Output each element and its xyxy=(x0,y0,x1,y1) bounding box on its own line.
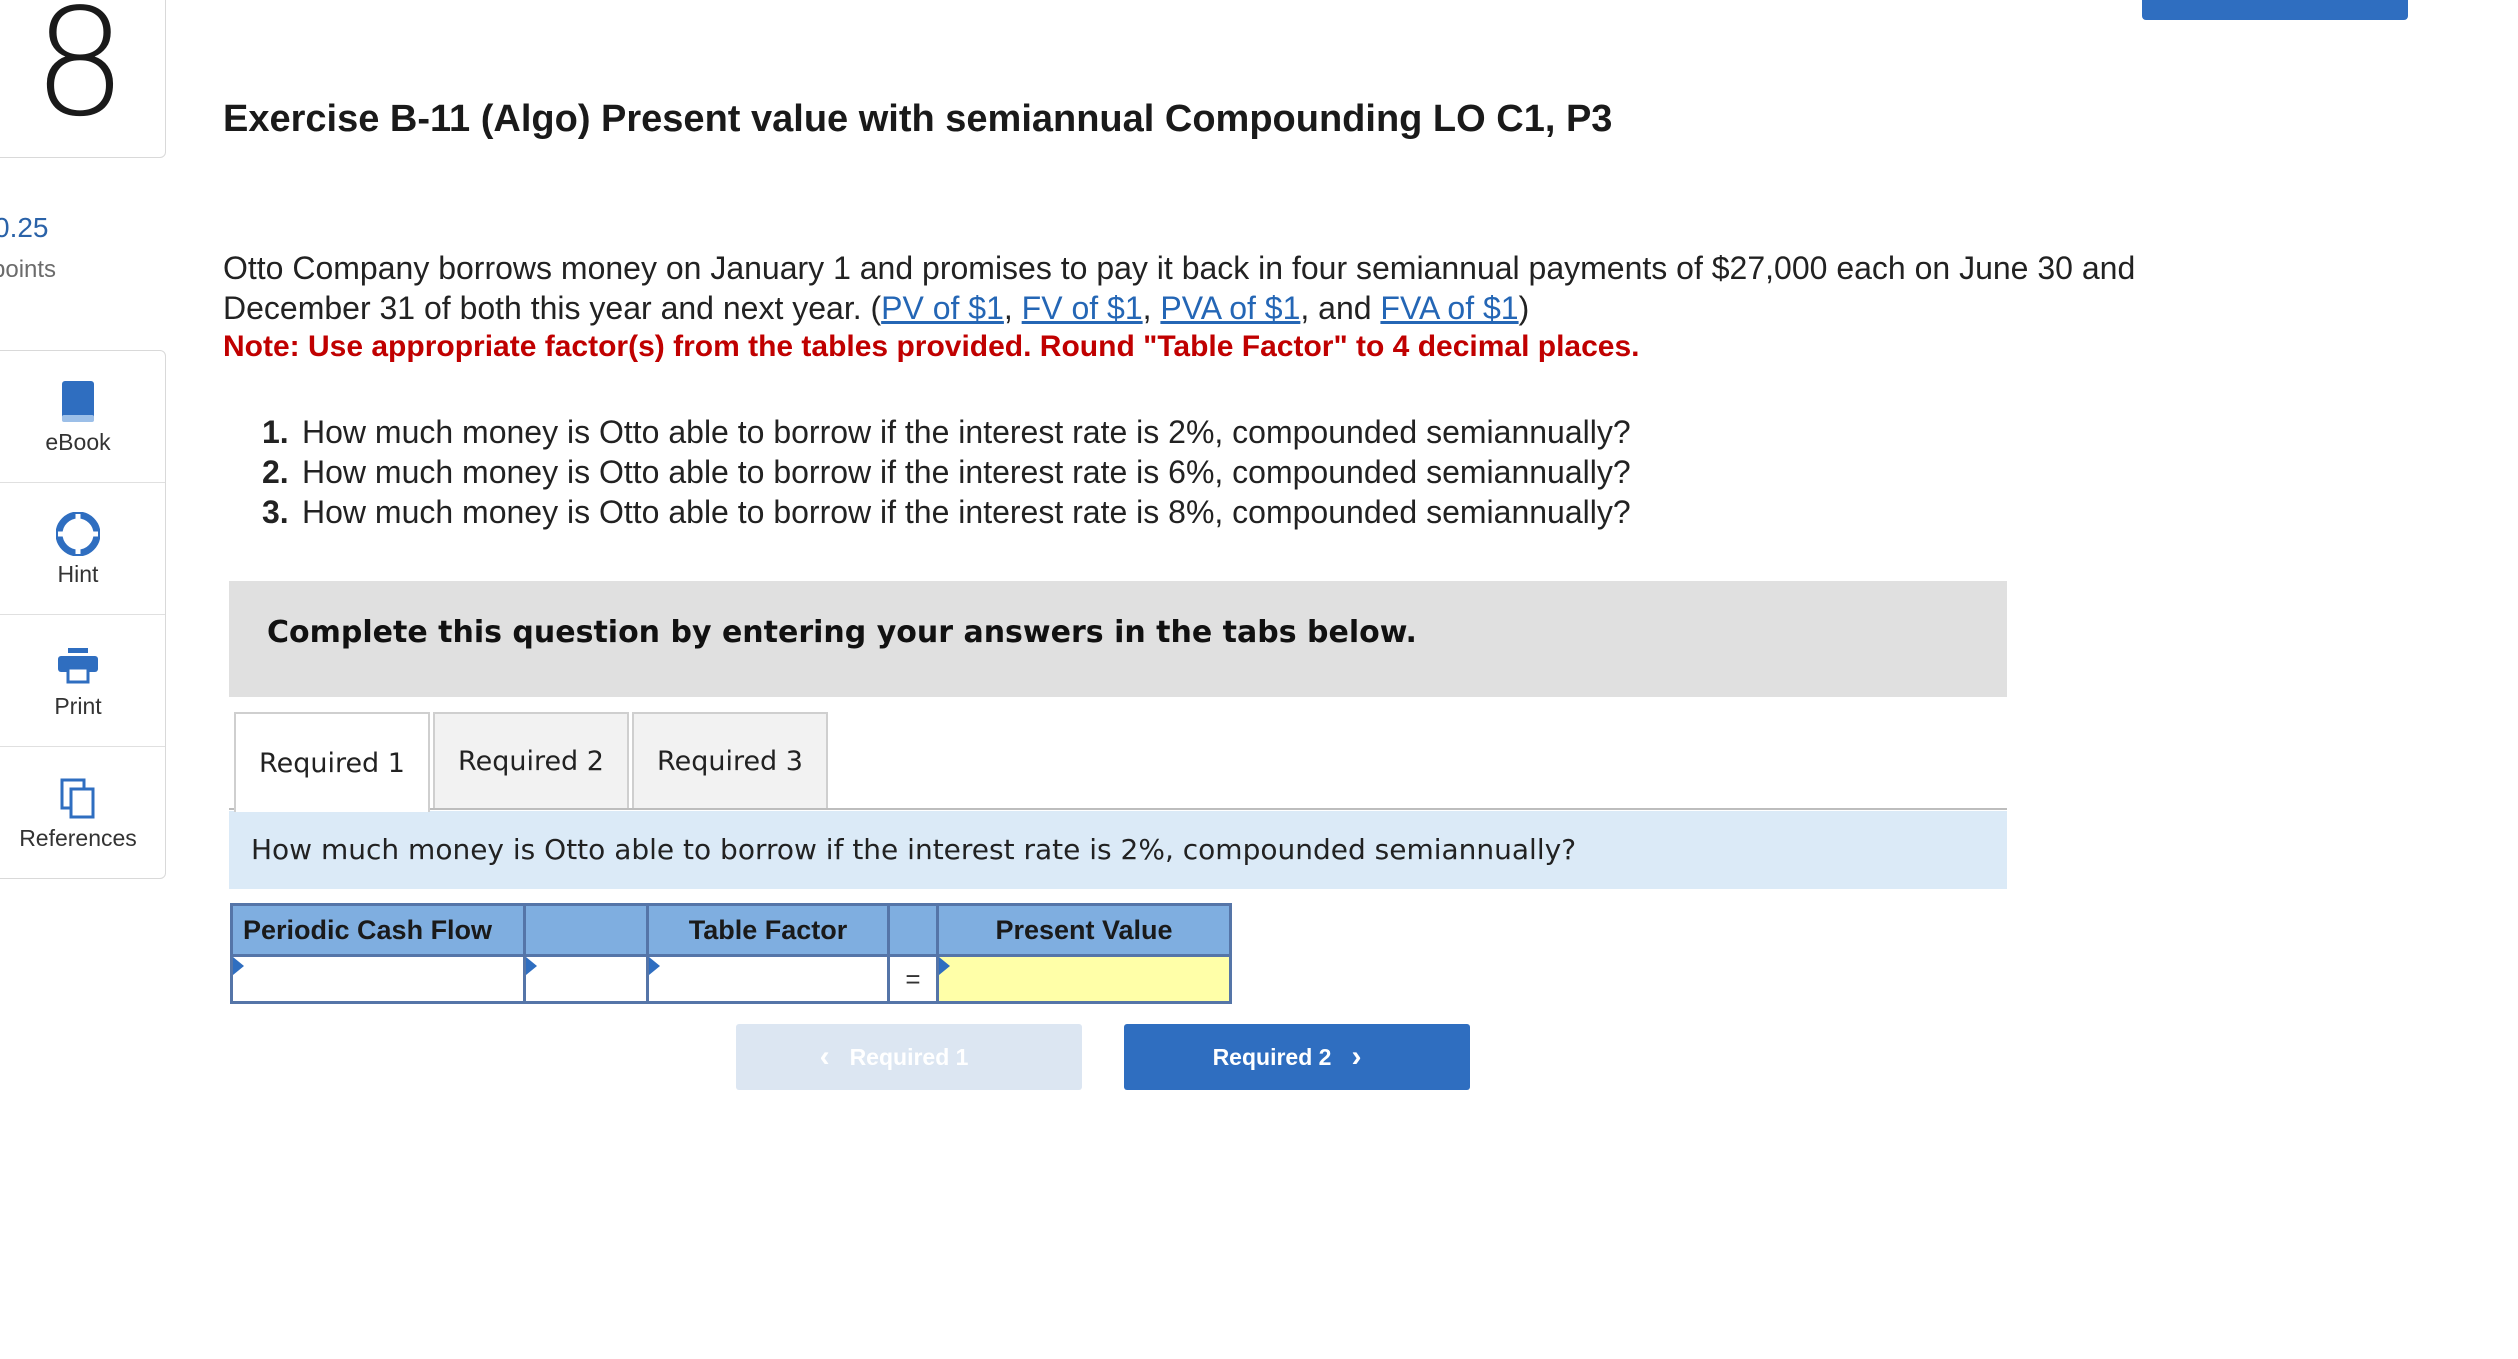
tab-required-1-label[interactable]: Required 1 xyxy=(234,712,430,812)
copy-pages-icon xyxy=(0,773,165,823)
header-blank-1 xyxy=(523,903,649,957)
list-item: 3. How much money is Otto able to borrow … xyxy=(262,494,1631,530)
present-value-cell xyxy=(936,954,1232,1004)
lifebuoy-icon xyxy=(0,509,165,559)
tab-question: How much money is Otto able to borrow if… xyxy=(229,811,2007,889)
references-button[interactable]: References xyxy=(0,747,165,878)
header-blank-2 xyxy=(887,903,939,957)
tab-required-2[interactable]: Required 2 xyxy=(433,712,629,810)
ebook-button[interactable]: eBook xyxy=(0,351,165,483)
exercise-title: Exercise B-11 (Algo) Present value with … xyxy=(223,98,1613,140)
table-factor-input[interactable] xyxy=(649,957,887,1001)
factor-type-select[interactable] xyxy=(526,957,646,1001)
print-button[interactable]: Print xyxy=(0,615,165,747)
present-value-input[interactable] xyxy=(939,957,1229,1001)
table-factor-cell xyxy=(646,954,890,1004)
chevron-left-icon: ‹ xyxy=(819,1040,830,1073)
question-list: 1. How much money is Otto able to borrow … xyxy=(262,412,1631,532)
points-value: 0.25 xyxy=(0,212,49,243)
tools-panel: eBook Hint Print References xyxy=(0,350,166,879)
fva-table-link[interactable]: FVA of $1 xyxy=(1380,290,1518,326)
tab-required-3[interactable]: Required 3 xyxy=(632,712,828,810)
cash-flow-input[interactable] xyxy=(233,957,523,1001)
printer-icon xyxy=(0,641,165,691)
cash-flow-cell xyxy=(230,954,526,1004)
pv-table-link[interactable]: PV of $1 xyxy=(881,290,1004,326)
equals-sign: = xyxy=(887,954,939,1004)
list-item: 1. How much money is Otto able to borrow … xyxy=(262,414,1631,450)
header-periodic-cash-flow: Periodic Cash Flow xyxy=(230,903,526,957)
fv-table-link[interactable]: FV of $1 xyxy=(1022,290,1143,326)
points-label: points xyxy=(0,256,57,283)
prev-required-button[interactable]: ‹ Required 1 xyxy=(736,1024,1082,1090)
instructions-banner: Complete this question by entering your … xyxy=(229,581,2007,697)
header-table-factor: Table Factor xyxy=(646,903,890,957)
chevron-right-icon: › xyxy=(1351,1040,1362,1073)
list-item: 2. How much money is Otto able to borrow … xyxy=(262,454,1631,490)
header-present-value: Present Value xyxy=(936,903,1232,957)
top-action-button[interactable] xyxy=(2142,0,2408,20)
hint-button[interactable]: Hint xyxy=(0,483,165,615)
pva-table-link[interactable]: PVA of $1 xyxy=(1160,290,1300,326)
book-icon xyxy=(0,377,165,427)
factor-type-cell xyxy=(523,954,649,1004)
exercise-intro: Otto Company borrows money on January 1 … xyxy=(223,250,2136,326)
answer-table: Periodic Cash Flow Table Factor Present … xyxy=(230,903,1232,1004)
question-number: 8 xyxy=(32,0,128,149)
tab-divider xyxy=(229,808,2007,810)
rounding-note: Note: Use appropriate factor(s) from the… xyxy=(223,330,1640,363)
next-required-button[interactable]: Required 2 › xyxy=(1124,1024,1470,1090)
